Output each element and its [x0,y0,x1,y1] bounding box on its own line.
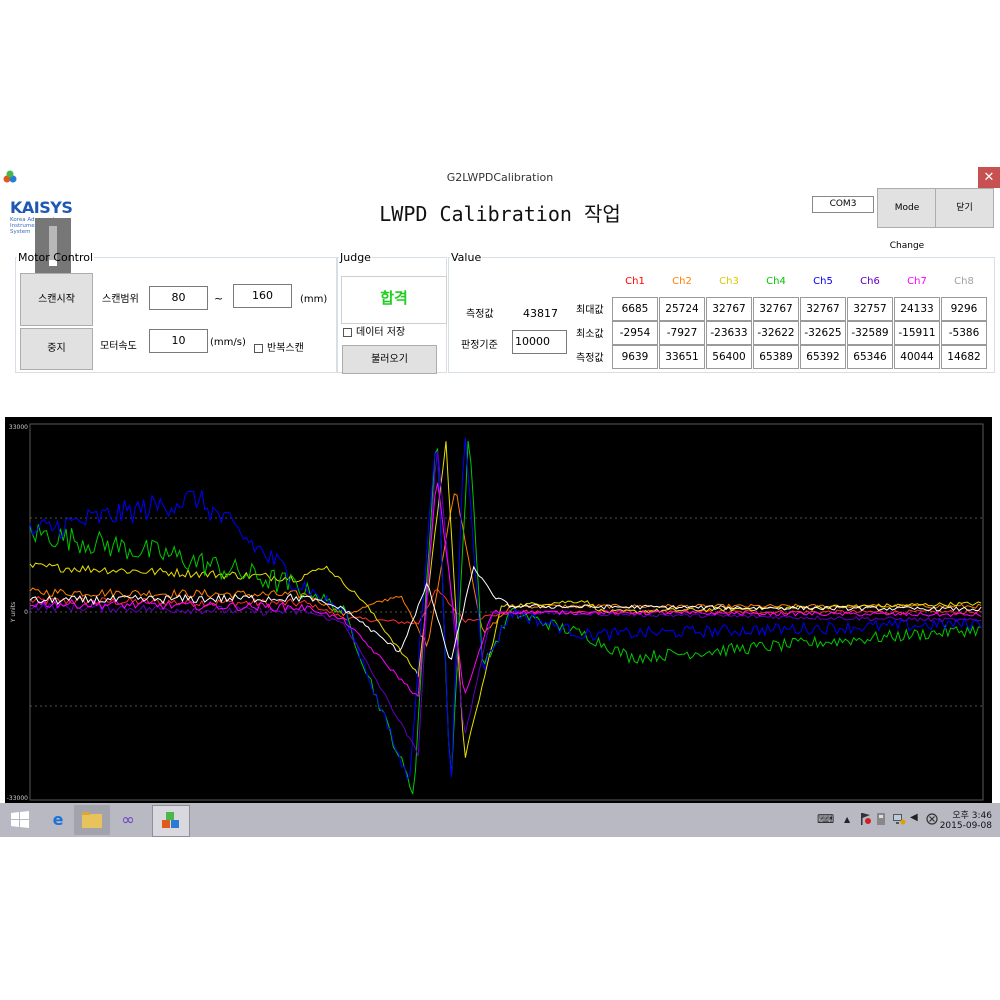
measure-value: 43817 [523,307,558,320]
repeat-scan-label: 반복스캔 [267,343,304,354]
channel-8-max-cell: 9296 [941,297,987,321]
y-tick-label-zero: 0 [24,609,28,616]
channel-5-max-cell: 32767 [800,297,846,321]
waveform-chart-svg: 330000-3300001031SamplesY units [7,423,987,812]
channel-7-max-cell: 24133 [894,297,940,321]
motor-speed-label: 모터속도 [100,341,137,352]
channel-4-min-cell: -32622 [753,321,799,345]
scan-range-unit: (mm) [300,294,328,305]
channel-7-min-cell: -15911 [894,321,940,345]
threshold-input[interactable]: 10000 [512,330,567,354]
channel-header-1: Ch1 [625,276,645,287]
channel-header-4: Ch4 [766,276,786,287]
channel-header-2: Ch2 [672,276,692,287]
judge-result: 합격 [380,289,408,307]
channel-8-measure-cell: 14682 [941,345,987,369]
channel-7-measure-cell: 40044 [894,345,940,369]
close-app-button[interactable]: 닫기 [935,188,994,228]
network-icon[interactable] [892,812,906,826]
taskbar: e ∞ ⌨ ▲ ◀ 오후 3:46 2015-09-08 [0,803,1000,837]
channel-3-measure-cell: 56400 [706,345,752,369]
series-5-line [29,437,982,780]
window-title: G2LWPDCalibration [446,171,554,184]
channel-5-min-cell: -32625 [800,321,846,345]
window-close-button[interactable]: ✕ [978,167,1000,188]
y-axis-label: Y units [10,602,17,623]
motor-speed-unit: (mm/s) [210,337,246,348]
channel-3-min-cell: -23633 [706,321,752,345]
stop-button[interactable]: 중지 [20,328,93,370]
motor-speed-input[interactable]: 10 [149,329,208,353]
clock-time[interactable]: 오후 3:46 [952,808,992,821]
action-center-flag-icon[interactable] [860,812,872,826]
channel-4-measure-cell: 65389 [753,345,799,369]
save-data-label: 데이터 저장 [356,327,406,338]
scan-range-label: 스캔범위 [102,294,139,305]
judge-legend: Judge [340,251,371,264]
channel-3-max-cell: 32767 [706,297,752,321]
value-legend: Value [451,251,482,264]
threshold-label: 판정기준 [461,340,498,351]
repeat-scan-box[interactable] [254,343,263,353]
show-hidden-icons-icon[interactable]: ▲ [844,815,850,824]
logo-tagline-3: System [10,229,31,235]
channel-header-6: Ch6 [860,276,880,287]
title-bar[interactable]: G2LWPDCalibration ✕ [0,167,1000,188]
y-tick-label-top: 33000 [9,424,28,431]
app-window: G2LWPDCalibration ✕ KAISYS Korea Advance… [0,167,1000,815]
channel-header-7: Ch7 [907,276,927,287]
channel-header-8: Ch8 [954,276,974,287]
scan-range-to-input[interactable]: 160 [233,284,292,308]
client-area: KAISYS Korea Advanced Instrument System … [0,188,1000,815]
channel-5-measure-cell: 65392 [800,345,846,369]
row-label-min: 최소값 [576,329,604,340]
judge-result-box: 합격 [341,276,447,324]
channel-6-min-cell: -32589 [847,321,893,345]
clock-date[interactable]: 2015-09-08 [940,821,992,831]
row-label-max: 최대값 [576,305,604,316]
channel-8-min-cell: -5386 [941,321,987,345]
keyboard-icon[interactable]: ⌨ [817,812,834,826]
volume-icon[interactable]: ◀ [910,812,918,823]
file-explorer-icon[interactable] [74,805,110,835]
channel-1-min-cell: -2954 [612,321,658,345]
channel-1-max-cell: 6685 [612,297,658,321]
channel-4-max-cell: 32767 [753,297,799,321]
internet-explorer-icon[interactable]: e [40,805,76,835]
windows-logo-icon [11,811,29,828]
visual-studio-icon[interactable]: ∞ [110,805,146,835]
channel-2-max-cell: 25724 [659,297,705,321]
repeat-scan-checkbox[interactable]: 반복스캔 [254,339,304,354]
channel-6-max-cell: 32757 [847,297,893,321]
channel-2-measure-cell: 33651 [659,345,705,369]
motor-control-legend: Motor Control [18,251,94,264]
load-button[interactable]: 불러오기 [342,345,437,374]
range-separator: ~ [214,292,224,305]
channel-2-min-cell: -7927 [659,321,705,345]
y-tick-label-bottom: -33000 [7,795,28,802]
channel-header-5: Ch5 [813,276,833,287]
channel-1-measure-cell: 9639 [612,345,658,369]
calibration-app-task-icon[interactable] [152,805,190,837]
mode-change-button[interactable]: Mode Change [877,188,937,251]
com-port-display: COM3 [812,196,874,213]
series-6-line [29,450,982,757]
channel-6-measure-cell: 65346 [847,345,893,369]
status-x-icon[interactable] [926,813,938,825]
measure-label: 측정값 [466,309,494,320]
series-7-line [29,482,982,698]
start-button[interactable] [2,805,38,835]
save-data-checkbox[interactable]: 데이터 저장 [343,323,405,338]
folder-icon [82,812,102,828]
scan-range-from-input[interactable]: 80 [149,286,208,310]
usb-device-icon[interactable] [875,812,887,826]
app-cubes-icon [162,812,179,828]
channel-header-3: Ch3 [719,276,739,287]
start-scan-button[interactable]: 스캔시작 [20,273,93,326]
logo-name: KAISYS [10,198,73,217]
row-label-measure: 측정값 [576,353,604,364]
save-data-box[interactable] [343,327,352,337]
waveform-chart: 330000-3300001031SamplesY units [5,417,992,815]
page-title: LWPD Calibration 작업 [379,202,621,226]
